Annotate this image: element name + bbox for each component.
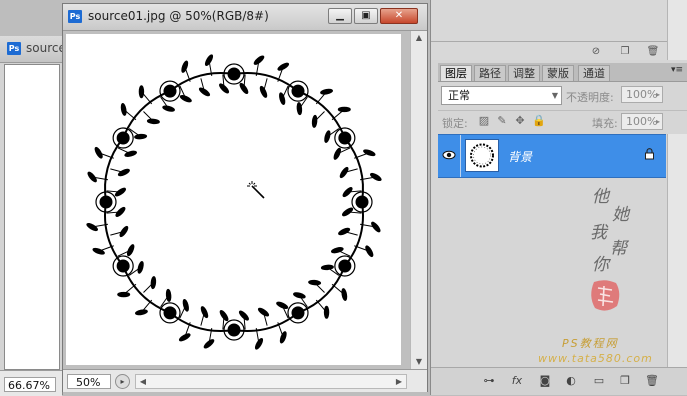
link-layers-icon[interactable]: ⊶	[481, 374, 497, 388]
tab-paths[interactable]: 路径	[474, 65, 506, 81]
blend-row: 正常 ▼ 不透明度: 100% ▸	[438, 84, 687, 108]
document-title: source01.jpg @ 50%(RGB/8#)	[88, 9, 269, 23]
watermark-site-name: PS教程网	[562, 337, 619, 350]
minimize-button[interactable]: ▁	[328, 8, 352, 24]
fill-field[interactable]: 100% ▸	[621, 113, 663, 130]
floral-wreath-image	[86, 54, 382, 350]
layers-panel-tabs: 图层 路径 调整 蒙版 通道 ▾≡	[438, 63, 687, 82]
background-document-canvas[interactable]	[4, 64, 60, 370]
signature-char: 帮	[610, 239, 627, 259]
document-viewport[interactable]	[63, 31, 410, 369]
lock-pixels-icon[interactable]: ✎	[496, 115, 508, 127]
eye-icon[interactable]	[442, 148, 456, 162]
wreath-thumbnail-image	[470, 143, 494, 168]
status-menu-icon[interactable]: ▸	[115, 374, 130, 389]
fill-value: 100%	[626, 115, 658, 128]
signature-char: 我	[590, 223, 607, 243]
background-zoom-field[interactable]: 66.67%	[4, 377, 56, 392]
lock-icon	[645, 148, 654, 160]
tab-adjustments[interactable]: 调整	[508, 65, 540, 81]
upper-panel-scrollbar[interactable]	[667, 0, 687, 60]
no-entry-icon[interactable]: ⊘	[588, 45, 604, 59]
watermark-url: www.tata580.com	[538, 352, 653, 365]
chevron-right-icon: ▸	[655, 90, 660, 99]
lock-label: 锁定:	[442, 117, 468, 130]
background-document-title: source	[26, 41, 66, 55]
blend-mode-value: 正常	[448, 89, 470, 102]
document-canvas[interactable]	[66, 34, 401, 365]
document-window[interactable]: Ps source01.jpg @ 50%(RGB/8#) ▁ ▣ ✕ ▲ ▼	[62, 3, 428, 392]
magic-wand-icon	[247, 181, 265, 199]
photoshop-app-icon: Ps	[7, 42, 21, 55]
lock-transparency-icon[interactable]: ▨	[478, 115, 490, 127]
background-document-window[interactable]: Ps source 66.67%	[0, 36, 66, 396]
signature-char: 她	[612, 205, 629, 225]
chevron-right-icon: ▸	[655, 117, 660, 126]
photoshop-app-icon: Ps	[68, 10, 82, 23]
background-document-statusbar: 66.67%	[0, 370, 62, 396]
layer-row-background[interactable]: 背景	[438, 134, 666, 178]
close-button[interactable]: ✕	[380, 8, 418, 24]
layer-thumbnail[interactable]	[465, 139, 499, 172]
lock-all-icon[interactable]: 🔒	[532, 115, 546, 127]
fx-icon[interactable]: fx	[509, 374, 525, 388]
background-document-titlebar[interactable]: Ps source	[0, 36, 66, 63]
tab-layers[interactable]: 图层	[440, 65, 472, 81]
document-statusbar: 50% ▸ ◀ ▶	[63, 369, 427, 392]
new-item-icon[interactable]: ❐	[617, 45, 633, 59]
lock-position-icon[interactable]: ✥	[514, 115, 526, 127]
upper-panel: ⊘ ❐ 🗑	[431, 0, 687, 60]
signature-char: 你	[592, 255, 609, 275]
tab-channels[interactable]: 通道	[578, 65, 610, 81]
layer-name[interactable]: 背景	[508, 148, 532, 165]
trash-icon[interactable]: 🗑	[645, 45, 661, 59]
opacity-label: 不透明度:	[566, 91, 614, 104]
opacity-value: 100%	[626, 88, 658, 101]
blend-mode-select[interactable]: 正常 ▼	[441, 86, 562, 105]
panel-divider	[431, 41, 667, 42]
scroll-left-arrow-icon[interactable]: ◀	[136, 375, 150, 388]
tab-masks[interactable]: 蒙版	[542, 65, 574, 81]
lock-row: 锁定: ▨ ✎ ✥ 🔒 填充: 100% ▸	[438, 110, 687, 133]
fill-label: 填充:	[592, 117, 618, 130]
opacity-field[interactable]: 100% ▸	[621, 86, 663, 103]
chevron-down-icon: ▼	[551, 91, 558, 100]
signature-char: 他	[592, 187, 609, 207]
panel-menu-icon[interactable]: ▾≡	[671, 65, 683, 75]
watermark: 他 她 我 帮 你 PS教程网 www.tata580.com	[530, 180, 680, 380]
red-seal-stamp	[591, 280, 620, 311]
scroll-right-arrow-icon[interactable]: ▶	[392, 375, 406, 388]
zoom-field[interactable]: 50%	[67, 374, 111, 389]
restore-button[interactable]: ▣	[354, 8, 378, 24]
scroll-down-arrow-icon[interactable]: ▼	[411, 355, 427, 369]
horizontal-scrollbar[interactable]: ◀ ▶	[135, 374, 407, 389]
scroll-up-arrow-icon[interactable]: ▲	[411, 31, 427, 45]
vertical-scrollbar[interactable]: ▲ ▼	[410, 31, 427, 369]
layer-divider	[460, 135, 461, 177]
document-titlebar[interactable]: Ps source01.jpg @ 50%(RGB/8#) ▁ ▣ ✕	[63, 4, 427, 31]
